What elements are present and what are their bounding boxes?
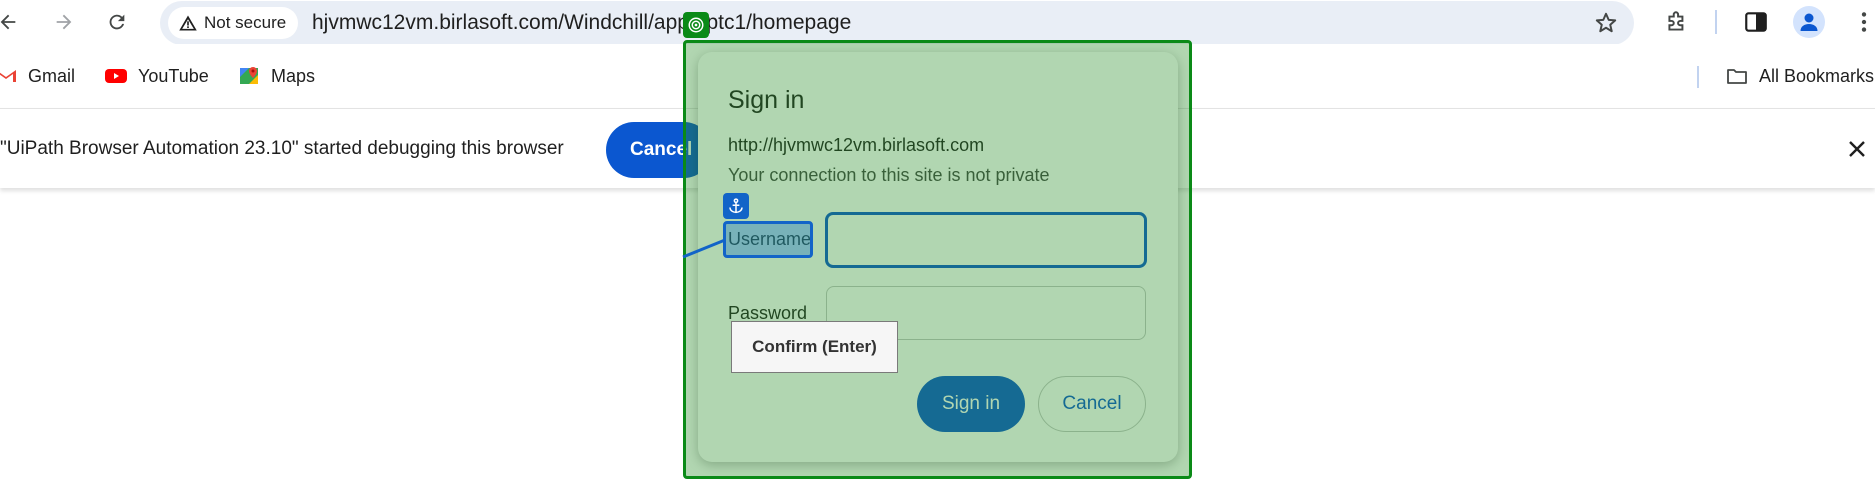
- anchor-highlight[interactable]: [723, 221, 813, 258]
- security-label: Not secure: [204, 13, 287, 32]
- bookmarks-divider: [1697, 66, 1699, 88]
- security-chip[interactable]: Not secure: [168, 7, 299, 39]
- maps-icon: [240, 67, 258, 84]
- gmail-icon: [0, 70, 16, 82]
- puzzle-icon: [1668, 11, 1684, 31]
- toolbar-divider: [1715, 10, 1717, 34]
- reload-icon: [109, 14, 125, 30]
- warning-icon: [179, 15, 197, 31]
- bookmark-label: Gmail: [28, 65, 76, 86]
- forward-button[interactable]: [48, 6, 80, 38]
- side-panel-icon: [1745, 12, 1767, 32]
- confirm-tooltip[interactable]: Confirm (Enter): [731, 321, 898, 373]
- close-icon[interactable]: [1845, 137, 1869, 161]
- bookmark-label: YouTube: [138, 65, 209, 86]
- side-panel-button[interactable]: [1741, 7, 1771, 37]
- target-badge: [683, 12, 709, 38]
- back-button[interactable]: [0, 6, 24, 38]
- all-bookmarks-button[interactable]: All Bookmarks: [1725, 64, 1874, 88]
- profile-avatar[interactable]: [1793, 6, 1825, 38]
- bookmark-gmail[interactable]: Gmail: [0, 64, 75, 88]
- extensions-button[interactable]: [1662, 7, 1692, 37]
- more-vert-icon: [1861, 12, 1867, 32]
- bookmark-label: Maps: [271, 65, 316, 86]
- target-highlight[interactable]: [683, 40, 1192, 479]
- folder-icon: [1727, 69, 1747, 84]
- browser-toolbar: Not secure hjvmwc12vm.birlasoft.com/Wind…: [0, 0, 1875, 45]
- reload-button[interactable]: [101, 6, 133, 38]
- all-bookmarks-label: All Bookmarks: [1759, 65, 1875, 86]
- anchor-icon: [729, 198, 743, 214]
- person-icon: [1800, 13, 1818, 31]
- arrow-right-icon: [56, 14, 72, 30]
- anchor-badge: [723, 193, 749, 219]
- bookmark-maps[interactable]: Maps: [237, 64, 315, 88]
- url-text[interactable]: hjvmwc12vm.birlasoft.com/Windchill/app/#…: [312, 11, 851, 35]
- bookmark-youtube[interactable]: YouTube: [104, 64, 209, 88]
- address-bar[interactable]: Not secure hjvmwc12vm.birlasoft.com/Wind…: [160, 1, 1634, 45]
- menu-button[interactable]: [1849, 7, 1875, 37]
- youtube-icon: [105, 69, 127, 83]
- arrow-left-icon: [0, 14, 16, 30]
- star-icon[interactable]: [1593, 10, 1619, 36]
- infobar-message: "UiPath Browser Automation 23.10" starte…: [0, 138, 564, 159]
- target-icon: [688, 17, 704, 33]
